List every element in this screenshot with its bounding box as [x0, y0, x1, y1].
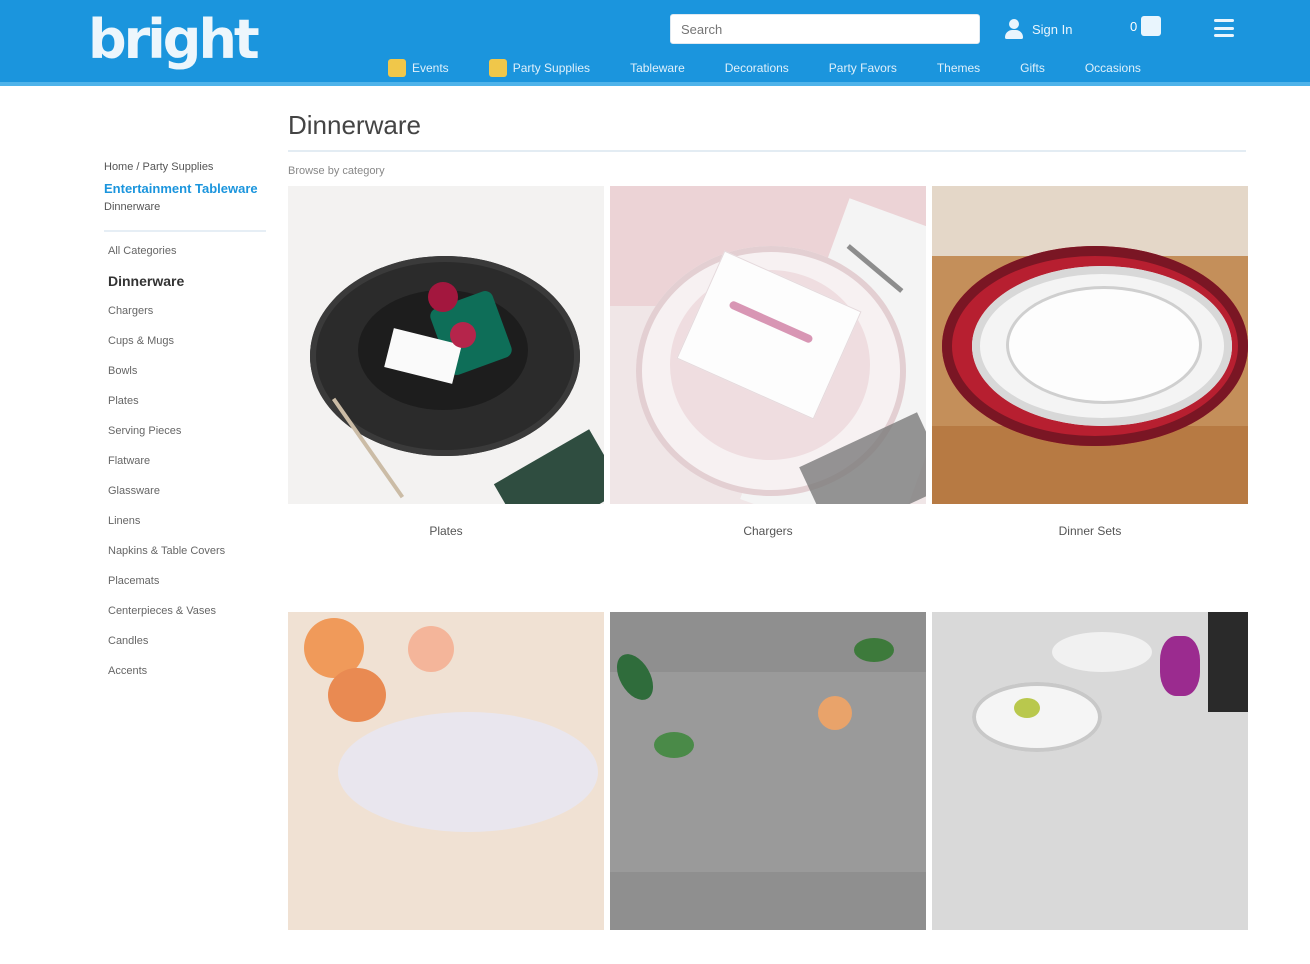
site-header: bright Sign In 0 Events Party Supplies T…: [0, 0, 1310, 86]
calendar-icon: [388, 59, 406, 77]
category-item-active[interactable]: Dinnerware: [104, 274, 266, 288]
nav-item-label: Gifts: [1020, 61, 1045, 75]
nav-item-label: Events: [412, 61, 449, 75]
category-tile[interactable]: [932, 612, 1248, 964]
nav-item-label: Tableware: [630, 61, 685, 75]
category-photo[interactable]: [610, 186, 926, 504]
category-tile[interactable]: [610, 612, 926, 964]
signin-label: Sign In: [1032, 21, 1073, 37]
category-item[interactable]: Chargers: [104, 304, 266, 318]
main-nav: Events Party Supplies Tableware Decorati…: [388, 56, 1181, 80]
category-photo[interactable]: [288, 612, 604, 930]
category-tile-label[interactable]: [288, 950, 604, 964]
category-item[interactable]: Napkins & Table Covers: [104, 544, 266, 558]
category-tile[interactable]: [288, 612, 604, 964]
nav-item-label: Decorations: [724, 61, 789, 75]
category-tile-label[interactable]: Dinner Sets: [932, 524, 1248, 538]
site-logo[interactable]: bright: [88, 8, 260, 72]
user-icon: [1004, 18, 1024, 40]
breadcrumb-current-link[interactable]: Entertainment Tableware: [104, 180, 266, 198]
category-photo[interactable]: [288, 186, 604, 504]
category-sidebar: Home / Party Supplies Entertainment Tabl…: [104, 160, 266, 694]
nav-item-occasions[interactable]: Occasions: [1085, 61, 1141, 75]
category-photo[interactable]: [932, 186, 1248, 504]
category-item[interactable]: Placemats: [104, 574, 266, 588]
category-item[interactable]: Cups & Mugs: [104, 334, 266, 348]
category-list: All Categories Dinnerware Chargers Cups …: [104, 244, 266, 678]
category-item[interactable]: Bowls: [104, 364, 266, 378]
category-item[interactable]: Plates: [104, 394, 266, 408]
nav-item-events[interactable]: Events: [388, 59, 449, 77]
category-tile[interactable]: Plates: [288, 186, 604, 538]
nav-item-label: Party Favors: [828, 61, 897, 75]
main-content: Dinnerware Browse by category: [288, 108, 1246, 178]
breadcrumb-sub[interactable]: Dinnerware: [104, 200, 266, 214]
balloon-icon: [488, 59, 507, 77]
category-tile[interactable]: Chargers: [610, 186, 926, 538]
cart-button[interactable]: 0: [1130, 16, 1162, 36]
category-item[interactable]: Candles: [104, 634, 266, 648]
results-caption: Browse by category: [288, 165, 385, 177]
nav-item-tableware[interactable]: Tableware: [630, 61, 685, 75]
category-item[interactable]: Accents: [104, 664, 266, 678]
category-item[interactable]: Glassware: [104, 484, 266, 498]
cart-icon: [1141, 16, 1162, 36]
search-box[interactable]: [670, 14, 980, 44]
category-photo[interactable]: [932, 612, 1248, 930]
breadcrumb[interactable]: Home / Party Supplies: [104, 160, 266, 174]
category-photo[interactable]: [610, 612, 926, 930]
nav-item-label: Themes: [936, 61, 981, 75]
category-tile-label[interactable]: Plates: [288, 524, 604, 538]
category-tile-label[interactable]: [610, 950, 926, 964]
hamburger-menu-icon[interactable]: [1214, 19, 1234, 37]
title-divider: [288, 150, 1246, 152]
cart-count: 0: [1130, 18, 1138, 34]
nav-item-decorations[interactable]: Decorations: [725, 61, 789, 75]
nav-item-label: Party Supplies: [512, 61, 591, 75]
search-input[interactable]: [671, 15, 979, 43]
category-tile[interactable]: Dinner Sets: [932, 186, 1248, 538]
category-tile-label[interactable]: Chargers: [610, 524, 926, 538]
nav-item-themes[interactable]: Themes: [937, 61, 980, 75]
nav-item-party-supplies[interactable]: Party Supplies: [488, 59, 591, 77]
nav-item-gifts[interactable]: Gifts: [1020, 61, 1045, 75]
page-title: Dinnerware: [288, 110, 421, 140]
category-item[interactable]: Linens: [104, 514, 266, 528]
sidebar-divider: [104, 230, 266, 232]
category-item[interactable]: Serving Pieces: [104, 424, 266, 438]
signin-link[interactable]: Sign In: [1004, 18, 1072, 40]
category-tile-label[interactable]: [932, 950, 1248, 964]
category-item[interactable]: Centerpieces & Vases: [104, 604, 266, 618]
nav-item-party-favors[interactable]: Party Favors: [829, 61, 897, 75]
category-grid: Plates Chargers Dinner Sets: [288, 186, 1248, 964]
nav-item-label: Occasions: [1084, 61, 1141, 75]
category-item[interactable]: Flatware: [104, 454, 266, 468]
category-item[interactable]: All Categories: [104, 244, 266, 258]
